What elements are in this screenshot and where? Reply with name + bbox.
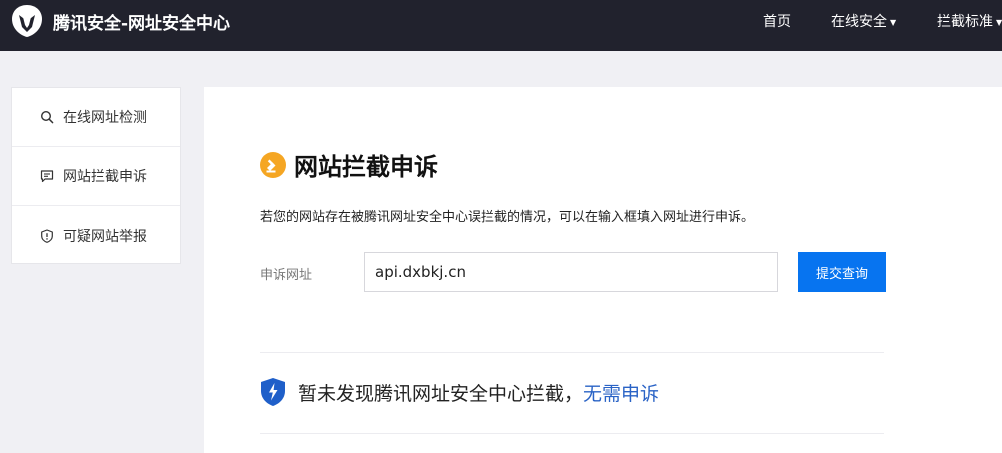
shield-lightning-icon <box>261 378 285 406</box>
sidebar-item-label: 可疑网站举报 <box>63 228 147 245</box>
nav-block-standard[interactable]: 拦截标准 ▼ <box>937 11 1002 31</box>
no-appeal-needed-link[interactable]: 无需申诉 <box>583 379 659 406</box>
main-panel: 网站拦截申诉 若您的网站存在被腾讯网址安全中心误拦截的情况，可以在输入框填入网址… <box>204 87 1002 453</box>
appeal-description: 若您的网站存在被腾讯网址安全中心误拦截的情况，可以在输入框填入网址进行申诉。 <box>260 210 755 225</box>
result-message: 暂未发现腾讯网址安全中心拦截， 无需申诉 <box>260 377 659 407</box>
nav-home-label: 首页 <box>763 14 791 30</box>
submit-query-button[interactable]: 提交查询 <box>798 252 886 292</box>
nav-home[interactable]: 首页 <box>763 11 791 31</box>
caret-down-icon: ▼ <box>996 17 1002 27</box>
caret-down-icon: ▼ <box>890 17 897 27</box>
page-heading: 网站拦截申诉 <box>260 147 438 182</box>
gavel-icon <box>260 151 286 178</box>
nav-online-security-label: 在线安全 <box>831 14 887 30</box>
top-navigation-bar: 腾讯安全-网址安全中心 首页 在线安全 ▼ 拦截标准 ▼ <box>0 0 1002 51</box>
appeal-url-label: 申诉网址 <box>260 268 313 283</box>
divider <box>260 433 884 434</box>
appeal-url-input[interactable] <box>364 252 778 292</box>
result-text: 暂未发现腾讯网址安全中心拦截， <box>298 382 584 405</box>
tencent-security-logo-icon <box>12 5 42 37</box>
nav-online-security[interactable]: 在线安全 ▼ <box>831 11 896 31</box>
nav-block-standard-label: 拦截标准 <box>937 14 993 30</box>
sidebar-item-label: 在线网址检测 <box>63 110 147 126</box>
sidebar: 在线网址检测 网站拦截申诉 可疑网站举报 <box>11 87 181 264</box>
sidebar-item-url-check[interactable]: 在线网址检测 <box>12 88 180 147</box>
sidebar-item-label: 网站拦截申诉 <box>63 169 147 185</box>
sidebar-item-report[interactable]: 可疑网站举报 <box>12 206 180 265</box>
search-icon <box>40 110 54 124</box>
shield-alert-icon <box>41 228 53 243</box>
sidebar-item-block-appeal[interactable]: 网站拦截申诉 <box>12 147 180 206</box>
divider <box>260 352 884 353</box>
page-title: 网站拦截申诉 <box>294 153 438 181</box>
message-icon <box>40 170 54 183</box>
brand[interactable]: 腾讯安全-网址安全中心 <box>10 4 230 38</box>
brand-title: 腾讯安全-网址安全中心 <box>53 13 231 34</box>
